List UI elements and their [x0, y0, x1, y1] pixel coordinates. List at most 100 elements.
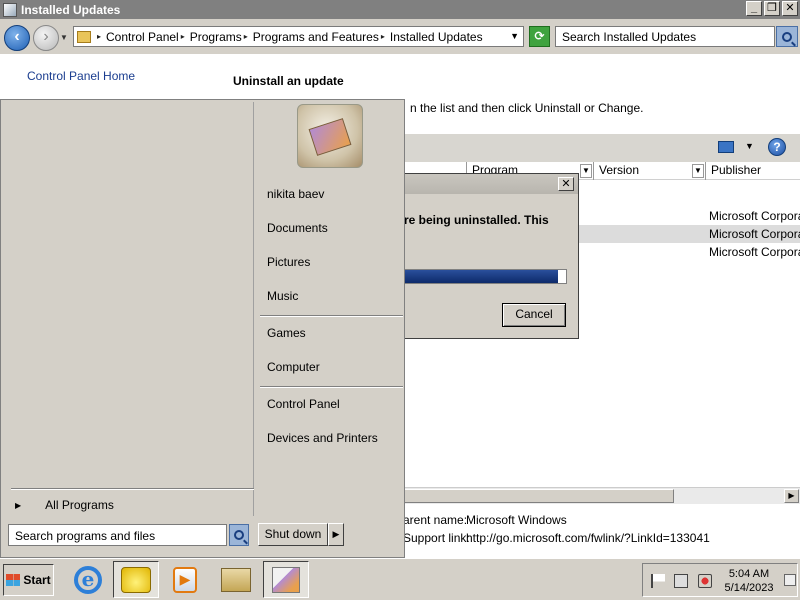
support-link-value[interactable]: http://go.microsoft.com/fwlink/?LinkId=1…: [466, 531, 710, 545]
taskbar: Start e ▶ 5:04 AM 5/14/2023: [0, 558, 800, 600]
column-program-dropdown[interactable]: ▼: [580, 164, 592, 178]
shutdown-button[interactable]: Shut down: [258, 523, 328, 546]
media-player-icon: ▶: [173, 566, 197, 593]
dialog-titlebar: [404, 174, 578, 194]
help-icon[interactable]: ?: [768, 138, 786, 156]
view-options-dropdown-icon[interactable]: ▼: [745, 141, 754, 151]
notification-area: 5:04 AM 5/14/2023: [642, 563, 798, 597]
network-icon[interactable]: [674, 574, 688, 588]
user-avatar[interactable]: [297, 104, 363, 168]
start-item-devices-and-printers[interactable]: Devices and Printers: [267, 431, 378, 445]
chevron-right-icon[interactable]: ▸: [244, 32, 248, 41]
start-item-pictures[interactable]: Pictures: [267, 255, 310, 269]
address-dropdown-icon[interactable]: ▼: [510, 31, 519, 41]
publisher-cell: Microsoft Corporat: [709, 245, 800, 259]
taskbar-server-manager[interactable]: [213, 561, 259, 598]
chevron-right-icon[interactable]: ▸: [181, 32, 185, 41]
control-panel-icon: [77, 30, 91, 43]
change-view-icon[interactable]: [718, 141, 734, 153]
publisher-cell: Microsoft Corporat: [709, 227, 800, 241]
uninstall-progress-dialog: ✕ re being uninstalled. This Cancel: [404, 173, 579, 339]
chevron-right-icon: ▶: [15, 500, 22, 510]
back-button[interactable]: ‹: [4, 25, 30, 51]
installed-updates-app-icon: [3, 2, 17, 17]
column-version-dropdown[interactable]: ▼: [692, 164, 704, 178]
dialog-close-button[interactable]: ✕: [558, 177, 574, 191]
page-title: Uninstall an update: [233, 74, 344, 88]
search-input[interactable]: Search Installed Updates: [555, 26, 775, 47]
windows-explorer-icon: [121, 566, 151, 593]
scroll-right-button[interactable]: ▶: [784, 489, 799, 503]
action-center-flag-icon[interactable]: [651, 574, 665, 588]
taskbar-internet-explorer[interactable]: e: [65, 561, 111, 598]
publisher-cell: Microsoft Corporat: [709, 209, 800, 223]
forward-button[interactable]: ›: [33, 25, 59, 51]
start-item-games[interactable]: Games: [267, 326, 306, 340]
cancel-button[interactable]: Cancel: [502, 303, 566, 327]
list-toolbar: ▼ ?: [404, 134, 800, 162]
address-bar-row: ‹ › ▼ ▸ Control Panel ▸ Programs ▸ Progr…: [0, 19, 800, 54]
server-manager-icon: [221, 567, 251, 592]
start-menu: ▶ All Programs nikita baev Documents Pic…: [0, 99, 405, 558]
all-programs-item[interactable]: ▶ All Programs: [15, 498, 114, 512]
chevron-right-icon[interactable]: ▸: [381, 32, 385, 41]
shutdown-options-button[interactable]: ▶: [328, 523, 344, 546]
start-item-documents[interactable]: Documents: [267, 221, 328, 235]
dialog-message: re being uninstalled. This: [404, 213, 549, 227]
instruction-text: n the list and then click Uninstall or C…: [410, 101, 644, 115]
restore-button[interactable]: ❐: [764, 1, 780, 16]
horizontal-scrollbar[interactable]: ▶: [404, 487, 800, 504]
search-icon: [234, 530, 244, 540]
start-item-control-panel[interactable]: Control Panel: [267, 397, 340, 411]
control-panel-home-link[interactable]: Control Panel Home: [27, 69, 135, 83]
volume-muted-icon[interactable]: [698, 574, 712, 588]
start-label: Start: [23, 573, 51, 587]
column-publisher[interactable]: Publisher: [705, 162, 800, 180]
start-menu-programs-pane: ▶ All Programs: [3, 102, 254, 516]
uninstall-progress-bar: [404, 269, 567, 284]
chevron-right-icon[interactable]: ▸: [97, 32, 101, 41]
windows-logo-icon: [6, 574, 21, 586]
breadcrumb-programs-and-features[interactable]: Programs and Features: [253, 30, 379, 44]
search-icon: [782, 31, 792, 42]
breadcrumb-control-panel[interactable]: Control Panel: [106, 30, 179, 44]
internet-explorer-icon: e: [74, 565, 102, 594]
recent-pages-dropdown[interactable]: ▼: [60, 33, 68, 42]
taskbar-media-player[interactable]: ▶: [162, 561, 208, 598]
refresh-button[interactable]: ⟳: [529, 26, 550, 47]
details-parent-name: arent name: Microsoft Windows: [403, 513, 567, 527]
start-item-music[interactable]: Music: [267, 289, 298, 303]
taskbar-control-panel[interactable]: [263, 561, 309, 598]
window-titlebar: Installed Updates _ ❐ ✕: [0, 0, 800, 19]
start-item-computer[interactable]: Computer: [267, 360, 320, 374]
progress-fill: [404, 270, 558, 283]
all-programs-label: All Programs: [45, 498, 114, 512]
breadcrumb-programs[interactable]: Programs: [190, 30, 242, 44]
breadcrumb-installed-updates[interactable]: Installed Updates: [390, 30, 483, 44]
window-title: Installed Updates: [21, 2, 121, 17]
control-panel-icon: [272, 566, 300, 593]
show-desktop-icon[interactable]: [784, 574, 796, 586]
details-support-link: Support link: http://go.microsoft.com/fw…: [403, 531, 710, 545]
column-version[interactable]: Version: [593, 162, 693, 180]
support-link-label: Support link:: [403, 531, 470, 545]
start-button[interactable]: Start: [3, 564, 54, 596]
start-menu-places-pane: nikita baev Documents Pictures Music Gam…: [255, 100, 405, 518]
start-search-button[interactable]: [229, 524, 249, 546]
divider: [260, 315, 403, 317]
clock-time: 5:04 AM: [728, 568, 770, 580]
close-button[interactable]: ✕: [782, 1, 798, 16]
divider: [11, 488, 254, 490]
parent-name-value: Microsoft Windows: [466, 513, 567, 527]
scrollbar-thumb[interactable]: [404, 489, 674, 503]
minimize-button[interactable]: _: [746, 1, 762, 16]
start-search-input[interactable]: Search programs and files: [8, 524, 227, 546]
search-button[interactable]: [776, 26, 798, 47]
system-clock[interactable]: 5:04 AM 5/14/2023: [719, 567, 779, 595]
column-version-label: Version: [599, 163, 640, 177]
parent-name-label: arent name:: [403, 513, 468, 527]
taskbar-windows-explorer[interactable]: [113, 561, 159, 598]
start-item-user[interactable]: nikita baev: [267, 187, 324, 201]
address-bar[interactable]: ▸ Control Panel ▸ Programs ▸ Programs an…: [73, 26, 524, 47]
divider: [260, 386, 403, 388]
